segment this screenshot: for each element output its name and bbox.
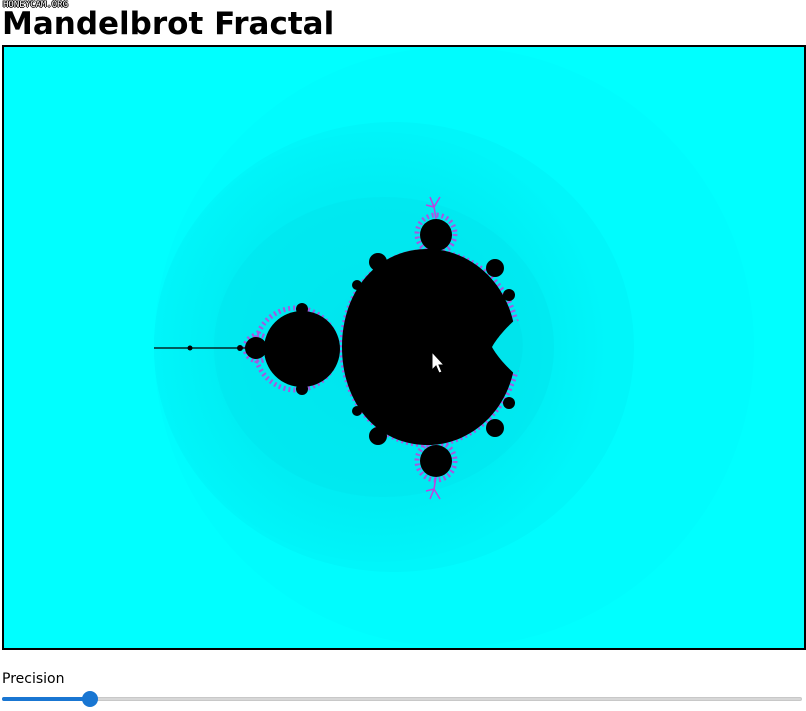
bulb-right-upper-small	[503, 289, 515, 301]
period-3-bulb-top	[420, 219, 452, 251]
page-title: Mandelbrot Fractal	[2, 6, 335, 42]
main-cardioid	[342, 249, 516, 445]
bulb-p2-top	[296, 303, 308, 315]
bulb-left-lower-small	[352, 406, 362, 416]
precision-label: Precision	[2, 671, 65, 687]
bulb-left-upper-small	[352, 280, 362, 290]
bulb-upper-right	[486, 259, 504, 277]
bulb-p2-bottom	[296, 383, 308, 395]
fractal-canvas[interactable]	[2, 45, 806, 650]
fractal-image[interactable]	[4, 47, 804, 648]
precision-slider-track[interactable]	[2, 697, 802, 701]
bulb-right-lower-small	[503, 397, 515, 409]
period-2-bulb	[264, 311, 340, 387]
bulb-lower-right	[486, 419, 504, 437]
precision-slider-fill	[2, 697, 90, 701]
precision-slider-thumb[interactable]	[82, 691, 98, 707]
precision-slider[interactable]	[2, 689, 802, 709]
bulb-upper-left	[369, 253, 387, 271]
period-3-bulb-bottom	[420, 445, 452, 477]
watermark: HONEYCAM.ORG	[3, 0, 69, 10]
bulb-lower-left	[369, 427, 387, 445]
